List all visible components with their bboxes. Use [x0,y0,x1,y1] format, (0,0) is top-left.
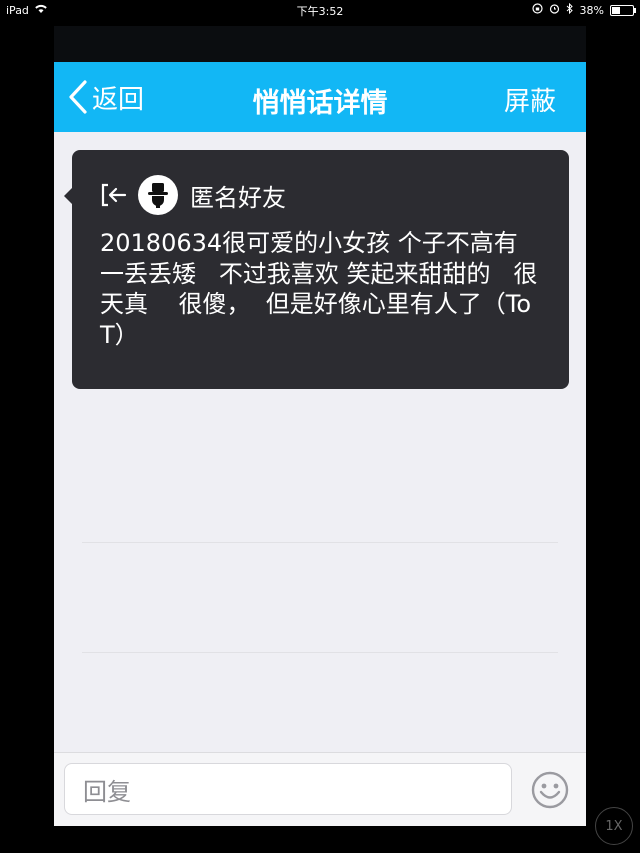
reply-input[interactable]: 回复 [64,763,512,815]
block-button[interactable]: 屏蔽 [504,81,556,118]
message-header: 匿名好友 [100,174,541,216]
zoom-button[interactable]: 1X [595,807,633,845]
status-right: 38% [531,2,636,17]
alarm-icon [549,3,560,17]
rotation-lock-icon [531,3,543,17]
battery-icon [610,4,636,16]
exit-icon [101,183,127,207]
sender-name: 匿名好友 [190,183,286,212]
app-top-strip [54,26,586,62]
avatar [138,175,178,215]
divider [82,652,558,653]
app-window: 返回 悄悄话详情 屏蔽 匿名好友 20180634很可爱的小女孩 个子不高有一丢… [54,26,586,826]
message-text: 20180634很可爱的小女孩 个子不高有一丢丢矮 不过我喜欢 笑起来甜甜的 很… [100,229,538,349]
emoji-icon[interactable] [530,770,570,810]
nav-bar: 返回 悄悄话详情 屏蔽 [54,62,586,132]
reply-placeholder: 回复 [83,777,131,806]
message-area: 匿名好友 20180634很可爱的小女孩 个子不高有一丢丢矮 不过我喜欢 笑起来… [54,132,586,752]
battery-percent: 38% [579,3,604,17]
message-bubble: 匿名好友 20180634很可爱的小女孩 个子不高有一丢丢矮 不过我喜欢 笑起来… [64,150,569,389]
reply-bar: 回复 [54,752,586,826]
status-bar: iPad 下午3:52 38% [0,0,640,20]
anonymous-avatar-icon [148,183,168,208]
divider [82,542,558,543]
bluetooth-icon [566,2,574,17]
